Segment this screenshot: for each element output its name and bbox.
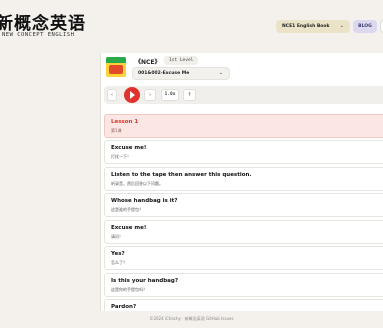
logo-title[interactable]: 新概念英语: [0, 9, 86, 34]
sentence-chinese: 这是谁的手提包？: [111, 207, 143, 212]
sentence-english: Lesson 1: [111, 119, 139, 125]
sentence-english: Listen to the tape then answer this ques…: [111, 172, 252, 178]
sentence-english: Excuse me!: [111, 225, 147, 231]
chevron-down-icon: ⌄: [218, 70, 223, 76]
sentence-item[interactable]: Excuse me! 打扰一下！: [104, 140, 383, 164]
sentence-chinese: 第1课: [111, 128, 122, 133]
sentence-english: Pardon?: [111, 304, 137, 310]
blog-button[interactable]: BLOG: [353, 20, 377, 33]
sentence-item[interactable]: Pardon?: [104, 299, 383, 311]
logo-subtitle: NEW CONCEPT ENGLISH: [2, 32, 75, 38]
lesson-select-value: 001&002-Excuse Me: [138, 71, 190, 76]
book-cover-image: [106, 57, 126, 77]
sentence-english: Yes?: [111, 251, 125, 257]
sentence-chinese: 怎么了？: [111, 260, 127, 265]
sentence-chinese: 这是你的手提包吗？: [111, 287, 147, 292]
sentence-chinese: 听录音，然后回答以下问题。: [111, 181, 163, 186]
arrow-up-icon[interactable]: ↑: [183, 89, 196, 101]
sentence-item[interactable]: Listen to the tape then answer this ques…: [104, 167, 383, 191]
book-title: 《NCE》: [135, 59, 161, 66]
sentence-english: Whose handbag is it?: [111, 198, 178, 204]
sentence-chinese: 请问！: [111, 234, 123, 239]
book-select-value: NCE1 English Book: [282, 24, 330, 29]
sentence-english: Is this your handbag?: [111, 278, 179, 284]
sentence-item[interactable]: Is this your handbag? 这是你的手提包吗？: [104, 273, 383, 297]
sentence-list: Lesson 1 第1课 Excuse me! 打扰一下！ Listen to the …: [104, 114, 383, 311]
top-bar: 新概念英语 NEW CONCEPT ENGLISH NCE1 English B…: [0, 0, 383, 46]
next-button[interactable]: ›: [144, 89, 156, 101]
sentence-chinese: 打扰一下！: [111, 154, 131, 159]
player-controls: ‹ › 1.0x ↑: [104, 86, 383, 104]
sentence-item[interactable]: Excuse me! 请问！: [104, 220, 383, 244]
book-select[interactable]: NCE1 English Book ⌄: [276, 20, 350, 33]
footer: ©2024 iChochy · 新概念英语 GitHub Issues: [149, 316, 234, 321]
sentence-english: Excuse me!: [111, 145, 147, 151]
chevron-down-icon: ⌄: [339, 23, 344, 29]
player-panel: 《NCE》 1st Level 001&002-Excuse Me ⌄ ‹ › …: [100, 53, 383, 311]
sentence-item[interactable]: Yes? 怎么了？: [104, 246, 383, 270]
sentence-item[interactable]: Whose handbag is it? 这是谁的手提包？: [104, 193, 383, 217]
sentence-item[interactable]: Lesson 1 第1课: [104, 114, 383, 138]
play-button[interactable]: [124, 87, 140, 103]
lesson-select[interactable]: 001&002-Excuse Me ⌄: [132, 67, 230, 80]
previous-button[interactable]: ‹: [107, 89, 117, 101]
speed-button[interactable]: 1.0x: [161, 89, 179, 101]
level-badge: 1st Level: [164, 56, 199, 65]
